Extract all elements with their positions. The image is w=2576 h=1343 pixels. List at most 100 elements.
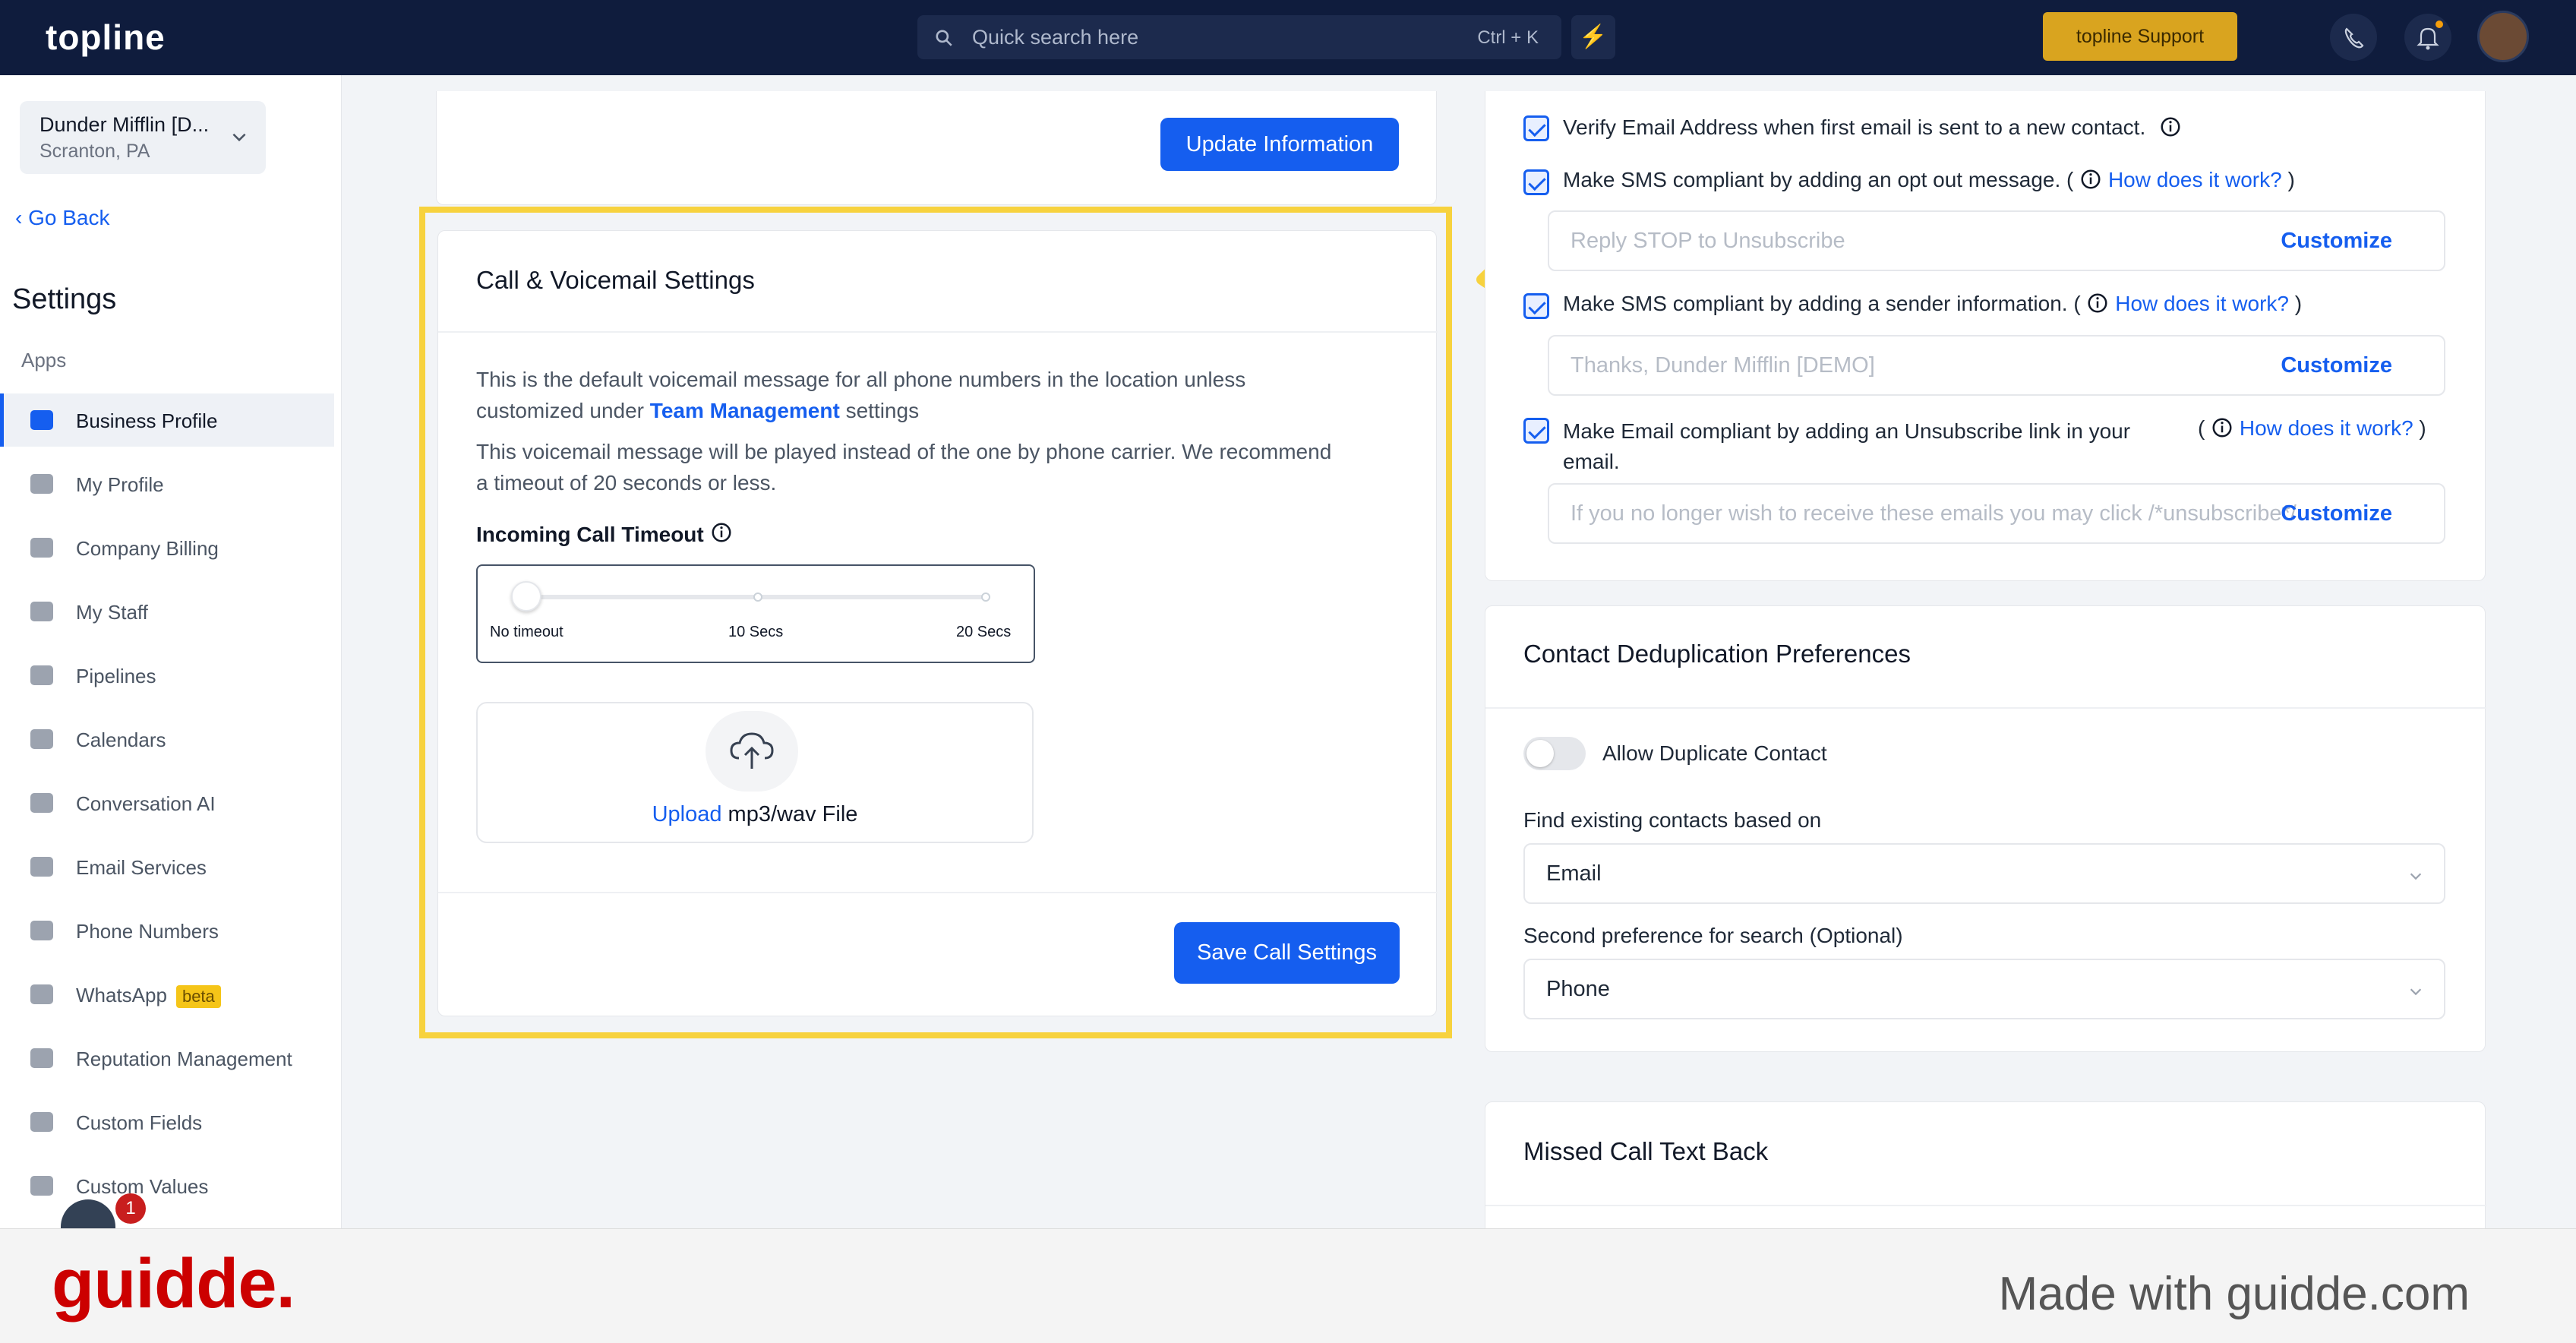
sidebar-item-label: Company Billing — [76, 537, 219, 560]
customize-button[interactable]: Customize — [2281, 501, 2392, 526]
how-does-it-work-link[interactable]: How does it work? — [2240, 416, 2413, 440]
how-does-it-work-link[interactable]: How does it work? — [2115, 292, 2289, 315]
sms-sender-field[interactable]: Thanks, Dunder Mifflin [DEMO] Customize — [1548, 335, 2445, 396]
save-call-settings-button[interactable]: Save Call Settings — [1174, 922, 1400, 984]
settings-title: Settings — [12, 283, 117, 315]
email-unsub-field[interactable]: If you no longer wish to receive these e… — [1548, 483, 2445, 544]
location-name: Dunder Mifflin [D... — [39, 113, 210, 136]
slider-thumb[interactable] — [511, 581, 541, 611]
sidebar-item-email-services[interactable]: Email Services — [0, 840, 334, 893]
team-management-link[interactable]: Team Management — [650, 399, 840, 422]
go-back-label: Go Back — [28, 206, 110, 229]
fields-icon — [30, 1112, 53, 1132]
sidebar-item-my-profile[interactable]: My Profile — [0, 457, 334, 510]
sidebar-item-label: Pipelines — [76, 665, 156, 687]
support-button[interactable]: topline Support — [2043, 12, 2237, 61]
notifications-button[interactable] — [2404, 14, 2451, 61]
timeout-slider[interactable]: No timeout 10 Secs 20 Secs — [476, 564, 1035, 663]
upload-link[interactable]: Upload — [652, 802, 722, 826]
incoming-call-timeout-label: Incoming Call Timeout — [476, 521, 733, 547]
sms-optout-checkbox[interactable] — [1523, 169, 1549, 195]
guidde-logo: guidde. — [52, 1245, 295, 1322]
toggle-knob — [1526, 740, 1554, 767]
sidebar-item-pipelines[interactable]: Pipelines — [0, 649, 334, 702]
billing-icon — [30, 538, 53, 558]
card-divider — [1485, 1205, 2486, 1206]
upload-label: Upload mp3/wav File — [478, 802, 1032, 827]
allow-duplicate-label: Allow Duplicate Contact — [1602, 741, 1827, 765]
customize-button[interactable]: Customize — [2281, 229, 2392, 254]
customize-button[interactable]: Customize — [2281, 353, 2392, 378]
location-switcher[interactable]: Dunder Mifflin [D... Scranton, PA — [20, 101, 266, 174]
sidebar-item-label: Reputation Management — [76, 1048, 292, 1070]
topline-logo[interactable]: topline — [46, 17, 166, 58]
star-icon — [30, 1048, 53, 1068]
desc-line: This voicemail message will be played in… — [476, 440, 1332, 463]
upload-dropzone[interactable]: Upload mp3/wav File — [476, 702, 1034, 843]
sidebar-item-whatsapp[interactable]: WhatsApp beta — [0, 968, 334, 1021]
slider-tick-label: 10 Secs — [728, 624, 784, 640]
made-with-text: Made with guidde.com — [1998, 1268, 2470, 1320]
slider-tick — [981, 592, 990, 602]
sms-optout-label: Make SMS compliant by adding an opt out … — [1563, 168, 2295, 191]
slider-tick — [753, 592, 762, 602]
sidebar-item-label: Email Services — [76, 856, 207, 879]
how-does-it-work-link[interactable]: How does it work? — [2108, 168, 2282, 191]
sms-optout-field[interactable]: Reply STOP to Unsubscribe Customize — [1548, 210, 2445, 271]
staff-icon — [30, 602, 53, 621]
phone-icon — [30, 921, 53, 940]
slider-tick-label: No timeout — [490, 624, 564, 640]
go-back-link[interactable]: ‹ Go Back — [15, 206, 110, 230]
user-icon — [30, 474, 53, 494]
email-unsub-line: email. — [1563, 450, 1620, 473]
chevron-down-icon — [2410, 988, 2422, 996]
desc-text: customized under — [476, 399, 650, 422]
sidebar-item-company-billing[interactable]: Company Billing — [0, 521, 334, 574]
user-avatar[interactable] — [2477, 11, 2529, 62]
desc-line: customized under Team Management setting… — [476, 395, 1403, 426]
chat-icon — [30, 793, 53, 813]
email-unsub-label: Make Email compliant by adding an Unsubs… — [1563, 416, 2170, 477]
missed-call-title: Missed Call Text Back — [1523, 1137, 1769, 1165]
email-unsub-checkbox[interactable] — [1523, 418, 1549, 444]
sidebar-item-phone-numbers[interactable]: Phone Numbers — [0, 904, 334, 957]
bell-icon — [2417, 21, 2443, 50]
find-existing-select[interactable]: Email — [1523, 843, 2445, 904]
verify-email-text: Verify Email Address when first email is… — [1563, 115, 2146, 139]
allow-duplicate-toggle[interactable] — [1523, 737, 1586, 770]
sidebar-item-label: My Staff — [76, 601, 148, 624]
card-footer-divider — [438, 892, 1438, 893]
settings-sidebar: Dunder Mifflin [D... Scranton, PA ‹ Go B… — [0, 75, 342, 1230]
second-preference-value: Phone — [1546, 977, 1610, 1001]
quick-search-input[interactable]: Quick search here Ctrl + K — [917, 15, 1561, 59]
sidebar-item-my-staff[interactable]: My Staff — [0, 585, 334, 638]
desc-text: settings — [839, 399, 920, 422]
second-preference-select[interactable]: Phone — [1523, 959, 2445, 1019]
beta-badge: beta — [175, 985, 221, 1008]
lightning-icon[interactable]: ⚡ — [1571, 15, 1615, 59]
sms-sender-checkbox[interactable] — [1523, 293, 1549, 319]
find-existing-value: Email — [1546, 861, 1602, 886]
desc-line: a timeout of 20 seconds or less. — [476, 471, 777, 495]
phone-button[interactable] — [2330, 14, 2377, 61]
verify-email-checkbox[interactable] — [1523, 115, 1549, 141]
sidebar-item-business-profile[interactable]: Business Profile — [0, 393, 334, 447]
update-information-button[interactable]: Update Information — [1160, 118, 1399, 171]
values-icon — [30, 1176, 53, 1196]
sidebar-item-custom-fields[interactable]: Custom Fields — [0, 1095, 334, 1149]
sidebar-item-calendars[interactable]: Calendars — [0, 713, 334, 766]
whatsapp-icon — [30, 984, 53, 1004]
email-unsub-help: ( How does it work? ) — [2198, 416, 2426, 440]
pipeline-icon — [30, 665, 53, 685]
second-preference-label: Second preference for search (Optional) — [1523, 924, 1903, 947]
sidebar-item-conversation-ai[interactable]: Conversation AI — [0, 776, 334, 830]
slider-tick-label: 20 Secs — [956, 624, 1012, 640]
sidebar-item-reputation-management[interactable]: Reputation Management — [0, 1032, 334, 1085]
location-subtitle: Scranton, PA — [39, 141, 150, 162]
sidebar-item-custom-values[interactable]: Custom Values — [0, 1159, 334, 1212]
info-icon — [2212, 418, 2232, 438]
mail-icon — [30, 857, 53, 877]
sms-sender-placeholder: Thanks, Dunder Mifflin [DEMO] — [1571, 353, 1875, 378]
search-icon — [936, 30, 952, 46]
apps-section-label: Apps — [21, 349, 67, 371]
